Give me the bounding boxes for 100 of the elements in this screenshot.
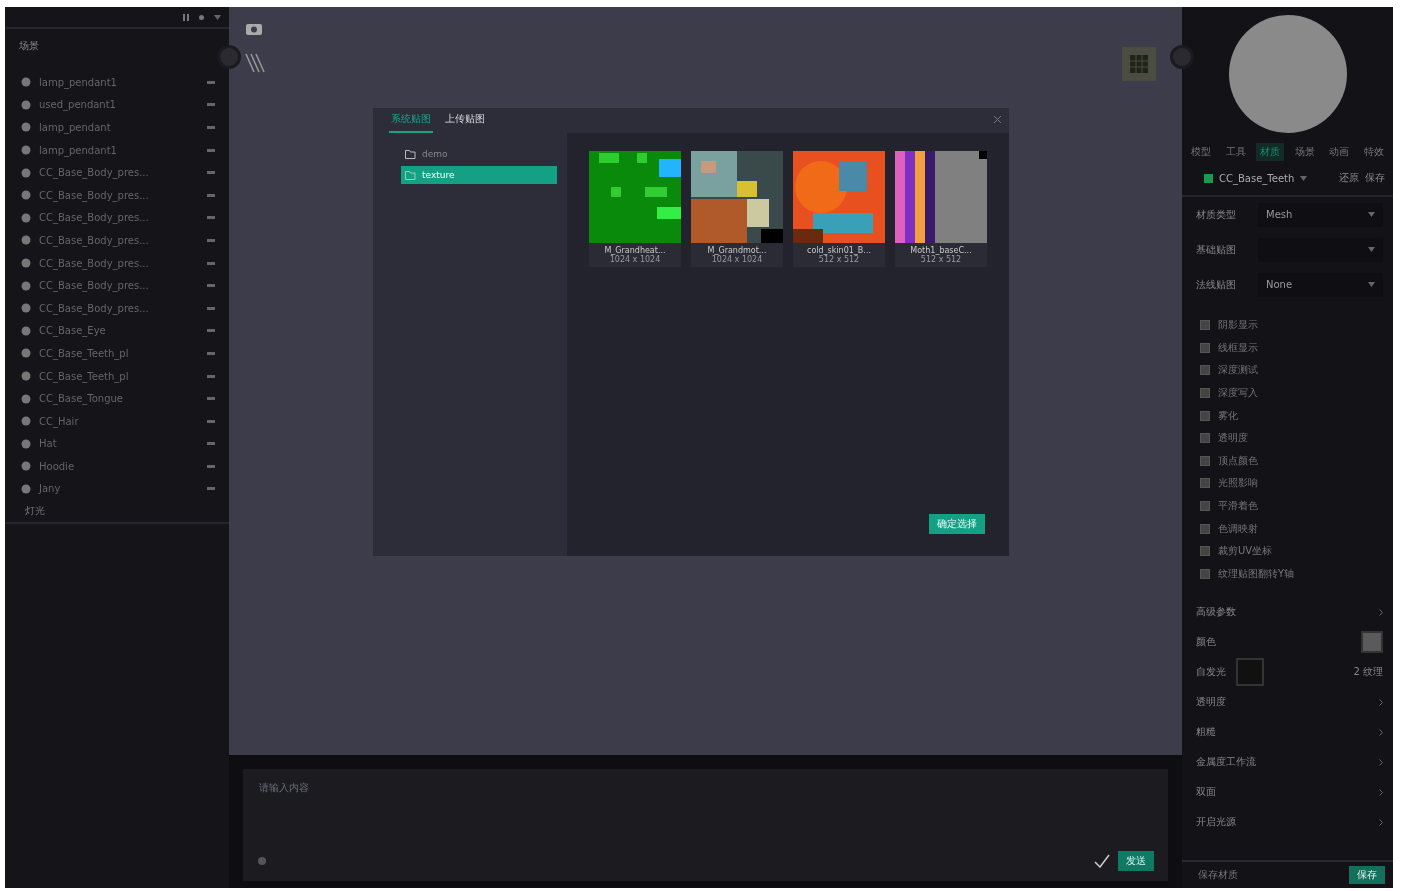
texture-card[interactable]: cold_skin01_B... 512 x 512 (793, 151, 885, 267)
save-button[interactable]: 保存 (1349, 866, 1385, 884)
action-link[interactable]: 还原 (1339, 171, 1359, 185)
visibility-icon[interactable] (21, 371, 31, 381)
menu-icon[interactable] (207, 148, 215, 152)
visibility-icon[interactable] (21, 167, 31, 178)
scene-item[interactable]: CC_Base_Body_pres... (5, 229, 229, 252)
menu-icon[interactable] (207, 80, 215, 84)
option-checkbox[interactable]: 裁剪UV坐标 (1200, 539, 1383, 563)
menu-icon[interactable] (207, 284, 215, 288)
option-checkbox[interactable]: 顶点颜色 (1200, 449, 1383, 473)
menu-icon[interactable] (207, 419, 215, 423)
dialog-tab[interactable]: 上传贴图 (443, 112, 487, 133)
option-checkbox[interactable]: 线框显示 (1200, 336, 1383, 360)
scene-item[interactable]: CC_Base_Teeth_pl (5, 364, 229, 388)
texture-card[interactable]: M_Grandmot... 1024 x 1024 (691, 151, 783, 267)
visibility-icon[interactable] (21, 438, 31, 449)
grid-button[interactable] (1122, 47, 1156, 81)
scene-item[interactable]: CC_Base_Body_pres... (5, 206, 229, 230)
visibility-icon[interactable] (21, 212, 31, 223)
menu-icon[interactable] (207, 397, 215, 401)
dot-icon[interactable] (199, 14, 204, 20)
folder-item[interactable]: demo (401, 145, 557, 163)
panel-tab[interactable]: 工具 (1221, 143, 1250, 161)
visibility-icon[interactable] (21, 258, 31, 269)
option-checkbox[interactable]: 平滑着色 (1200, 494, 1383, 518)
menu-icon[interactable] (207, 329, 215, 333)
collapse-button[interactable] (1170, 45, 1194, 69)
menu-icon[interactable] (207, 374, 215, 378)
chevron-icon[interactable] (1379, 608, 1383, 616)
option-checkbox[interactable]: 光照影响 (1200, 472, 1383, 495)
menu-icon[interactable] (207, 103, 215, 107)
scene-item[interactable]: used_pendant1 (5, 93, 229, 117)
folder-item[interactable]: texture (401, 166, 557, 184)
visibility-icon[interactable] (21, 145, 31, 156)
visibility-icon[interactable] (21, 122, 31, 133)
scene-item[interactable]: Hat (5, 432, 229, 456)
dialog-tab[interactable]: 系统贴图 (389, 112, 433, 133)
panel-tab[interactable]: 材质 (1256, 143, 1285, 161)
caret-icon[interactable] (1368, 247, 1375, 252)
chevron-icon[interactable] (1379, 728, 1383, 736)
visibility-icon[interactable] (21, 99, 31, 110)
option-checkbox[interactable]: 深度写入 (1200, 381, 1383, 405)
menu-icon[interactable] (207, 238, 215, 242)
scene-item[interactable]: CC_Base_Tongue (5, 387, 229, 410)
chevron-icon[interactable] (1379, 818, 1383, 826)
option-checkbox[interactable]: 色调映射 (1200, 517, 1383, 540)
scene-item[interactable]: Jany (5, 477, 229, 501)
hatch-icon[interactable] (245, 53, 267, 73)
close-icon[interactable] (994, 116, 1001, 123)
collapse-button[interactable] (217, 45, 241, 69)
visibility-icon[interactable] (21, 77, 31, 88)
pause-icon[interactable] (183, 13, 189, 21)
scene-item[interactable]: CC_Base_Teeth_pl (5, 342, 229, 365)
check-icon[interactable] (1094, 854, 1110, 868)
texture-card[interactable]: M_Grandheat... 1024 x 1024 (589, 151, 681, 267)
scene-item[interactable]: CC_Base_Body_pres... (5, 274, 229, 297)
panel-tab[interactable]: 特效 (1359, 143, 1388, 161)
visibility-icon[interactable] (21, 348, 31, 359)
action-link[interactable]: 保存 (1365, 171, 1385, 185)
send-button[interactable]: 发送 (1118, 851, 1154, 871)
scene-item[interactable]: Hoodie (5, 455, 229, 478)
object-name[interactable]: CC_Base_Teeth (1219, 172, 1295, 184)
menu-icon[interactable] (207, 216, 215, 220)
panel-tab[interactable]: 场景 (1290, 143, 1319, 161)
menu-icon[interactable] (207, 442, 215, 446)
visibility-icon[interactable] (21, 461, 31, 472)
menu-icon[interactable] (207, 351, 215, 355)
visibility-icon[interactable] (21, 393, 31, 404)
scene-item[interactable]: CC_Base_Body_pres... (5, 161, 229, 184)
caret-icon[interactable] (1368, 282, 1375, 287)
menu-icon[interactable] (207, 306, 215, 310)
panel-tab[interactable]: 动画 (1325, 143, 1354, 161)
message-field[interactable]: 请输入内容 发送 (243, 769, 1168, 881)
option-checkbox[interactable]: 雾化 (1200, 404, 1383, 427)
chevron-icon[interactable] (1379, 698, 1383, 706)
option-checkbox[interactable]: 透明度 (1200, 426, 1383, 450)
scene-item[interactable]: lamp_pendant (5, 116, 229, 139)
message-input[interactable]: 请输入内容 (257, 779, 1154, 823)
scene-item[interactable]: CC_Base_Body_pres... (5, 296, 229, 320)
panel-tab[interactable]: 模型 (1187, 143, 1216, 161)
select-field[interactable] (1258, 237, 1383, 262)
option-checkbox[interactable]: 阴影显示 (1200, 314, 1383, 337)
texture-card[interactable]: Moth1_baseC... 512 x 512 (895, 151, 987, 267)
color-swatch[interactable] (1361, 631, 1383, 654)
menu-icon[interactable] (207, 261, 215, 265)
visibility-icon[interactable] (21, 325, 31, 336)
caret-icon[interactable] (1368, 212, 1375, 217)
chevron-icon[interactable] (1379, 758, 1383, 766)
caret-icon[interactable] (214, 14, 221, 20)
color-swatch[interactable] (1236, 658, 1264, 687)
select-field[interactable]: Mesh (1258, 202, 1383, 227)
visibility-icon[interactable] (21, 303, 31, 314)
scene-item[interactable]: CC_Hair (5, 409, 229, 433)
option-checkbox[interactable]: 深度测试 (1200, 359, 1383, 382)
scene-item[interactable]: CC_Base_Eye (5, 319, 229, 343)
menu-icon[interactable] (207, 193, 215, 197)
scene-item[interactable]: lamp_pendant1 (5, 71, 229, 94)
camera-icon[interactable] (245, 21, 263, 36)
scene-item[interactable]: CC_Base_Body_pres... (5, 251, 229, 275)
